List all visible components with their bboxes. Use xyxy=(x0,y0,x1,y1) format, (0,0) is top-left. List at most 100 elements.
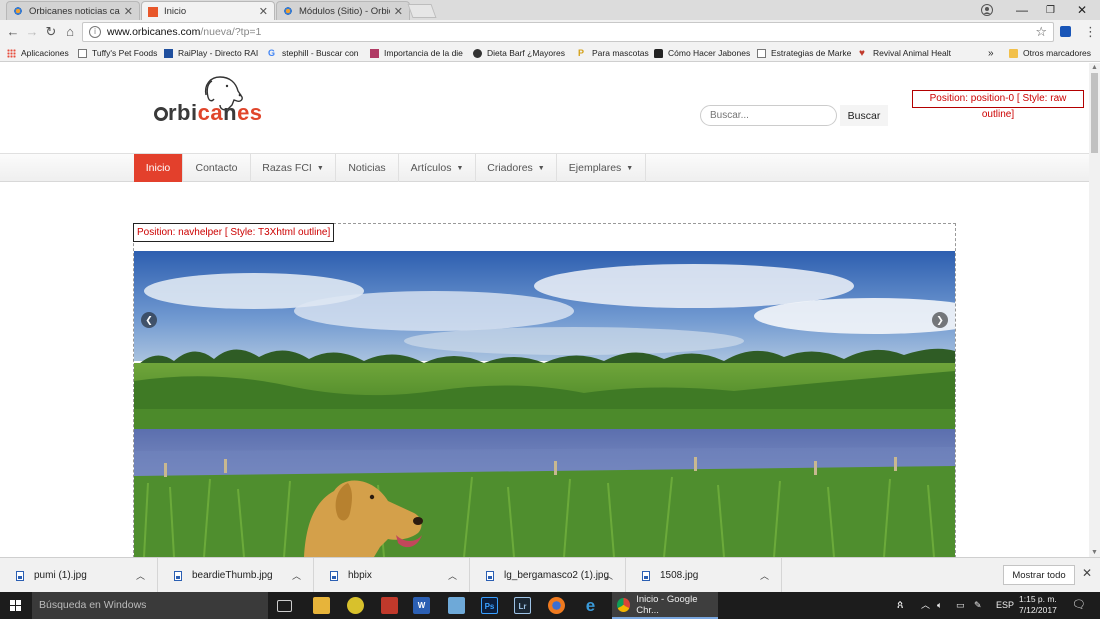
system-clock[interactable]: 1:15 p. m. 7/12/2017 xyxy=(1019,594,1057,616)
bookmark-importancia[interactable]: Importancia de la die xyxy=(370,46,463,60)
image-file-icon xyxy=(330,570,338,581)
network-icon[interactable]: ▭ xyxy=(956,592,965,619)
clock-time: 1:15 p. m. xyxy=(1019,594,1057,604)
chevron-up-icon[interactable]: ︿ xyxy=(292,569,301,582)
nav-item-ejemplares[interactable]: Ejemplares ▼ xyxy=(557,154,646,182)
nav-item-criadores[interactable]: Criadores ▼ xyxy=(476,154,557,182)
windows-start-button[interactable] xyxy=(0,592,32,619)
bookmarks-bar: Aplicaciones Tuffy's Pet Foods RaiPlay -… xyxy=(0,44,1100,62)
forward-icon[interactable]: → xyxy=(23,23,41,41)
bookmark-apps[interactable]: Aplicaciones xyxy=(7,46,69,60)
notifications-icon[interactable]: 🗨︎ xyxy=(1072,592,1086,619)
downloads-bar: pumi (1).jpg ︿ beardieThumb.jpg ︿ hbpix … xyxy=(0,557,1100,593)
language-indicator[interactable]: ESP xyxy=(996,592,1014,619)
home-icon[interactable]: ⌂ xyxy=(61,23,79,41)
bookmark-revival[interactable]: ♥ Revival Animal Healt xyxy=(859,46,951,60)
photoshop-icon[interactable]: Ps xyxy=(481,597,498,614)
tab-label: Orbicanes noticias canin xyxy=(29,5,120,17)
scrollbar-thumb[interactable] xyxy=(1091,73,1098,153)
page-viewport: rbicanes Buscar Position: position-0 [ S… xyxy=(0,63,1089,557)
chevron-up-icon[interactable]: ︿ xyxy=(604,569,613,582)
menu-icon[interactable]: ⋮ xyxy=(1084,24,1097,40)
filezilla-icon[interactable] xyxy=(381,597,398,614)
folder-icon xyxy=(1009,48,1018,58)
minimize-icon[interactable]: — xyxy=(1016,0,1028,20)
url-host: www.orbicanes.com xyxy=(107,26,201,38)
site-logo[interactable]: rbicanes xyxy=(154,76,274,129)
page-scrollbar[interactable]: ▲ ▼ xyxy=(1089,63,1100,557)
reload-icon[interactable]: ↻ xyxy=(42,23,60,41)
chevron-up-icon[interactable]: ︿ xyxy=(760,569,769,582)
close-icon[interactable]: ✕ xyxy=(394,5,403,18)
chevron-up-icon[interactable]: ︿ xyxy=(136,569,145,582)
slider-next-button[interactable]: ❯ xyxy=(932,312,948,328)
browser-toolbar: ← → ↻ ⌂ i www.orbicanes.com/nueva/?tp=1 … xyxy=(0,20,1100,44)
pen-icon[interactable]: ✎ xyxy=(974,592,982,619)
site-search-button[interactable]: Buscar xyxy=(840,105,888,126)
bookmark-tuffys[interactable]: Tuffy's Pet Foods xyxy=(78,46,157,60)
navhelper-outline-label: Position: navhelper [ Style: T3Xhtml out… xyxy=(133,223,335,242)
download-item[interactable]: beardieThumb.jpg ︿ xyxy=(158,558,314,593)
nav-item-contacto[interactable]: Contacto xyxy=(183,154,251,182)
bookmark-jabones[interactable]: Cómo Hacer Jabones xyxy=(654,46,750,60)
site-search-input[interactable] xyxy=(700,105,837,126)
info-icon[interactable]: i xyxy=(89,26,101,38)
download-item[interactable]: lg_bergamasco2 (1).jpg ︿ xyxy=(470,558,626,593)
extension-icon[interactable] xyxy=(1060,26,1071,37)
close-icon[interactable]: ✕ xyxy=(124,5,133,18)
lightroom-icon[interactable]: Lr xyxy=(514,597,531,614)
nav-item-inicio[interactable]: Inicio xyxy=(134,154,183,182)
address-bar[interactable]: i www.orbicanes.com/nueva/?tp=1 ☆ xyxy=(82,22,1054,42)
people-icon[interactable]: ጰ xyxy=(897,592,904,619)
file-explorer-icon[interactable] xyxy=(313,597,330,614)
bookmark-dieta-barf[interactable]: Dieta Barf ¿Mayores xyxy=(473,46,565,60)
app-icon[interactable] xyxy=(347,597,364,614)
tab-orbicanes-noticias[interactable]: Orbicanes noticias canin ✕ xyxy=(6,1,140,20)
slider-prev-button[interactable]: ❮ xyxy=(141,312,157,328)
bottle-icon xyxy=(654,48,663,58)
nav-item-razas-fci[interactable]: Razas FCI ▼ xyxy=(251,154,336,182)
taskbar-search-input[interactable]: Búsqueda en Windows xyxy=(32,592,268,619)
star-icon[interactable]: ☆ xyxy=(1035,24,1047,40)
logo-wordmark: rbicanes xyxy=(154,100,263,126)
bookmark-label: Cómo Hacer Jabones xyxy=(668,48,751,58)
close-icon[interactable]: ✕ xyxy=(259,5,268,18)
scroll-up-icon[interactable]: ▲ xyxy=(1091,64,1098,71)
window-close-icon[interactable]: ✕ xyxy=(1077,0,1087,20)
back-icon[interactable]: ← xyxy=(4,23,22,41)
chevron-up-icon[interactable]: ︿ xyxy=(448,569,457,582)
taskbar-chrome-button[interactable]: Inicio - Google Chr... xyxy=(612,592,718,619)
task-view-icon[interactable] xyxy=(277,600,292,612)
profile-icon[interactable] xyxy=(981,0,993,20)
scroll-down-icon[interactable]: ▼ xyxy=(1091,549,1098,556)
bookmark-label: Dieta Barf ¿Mayores xyxy=(487,48,565,58)
taskbar-app-label: Inicio - Google Chr... xyxy=(636,593,698,616)
internet-explorer-icon[interactable]: e xyxy=(582,597,599,614)
dog-icon xyxy=(473,48,482,58)
restore-icon[interactable]: ❐ xyxy=(1046,0,1055,20)
word-icon[interactable]: W xyxy=(413,597,430,614)
bookmark-raiplay[interactable]: RaiPlay - Directo RAI xyxy=(164,46,258,60)
bookmark-estrategias[interactable]: Estrategias de Marke xyxy=(757,46,851,60)
download-item[interactable]: 1508.jpg ︿ xyxy=(626,558,782,593)
bookmark-para-mascotas[interactable]: P Para mascotas xyxy=(578,46,649,60)
url-path: /nueva/?tp=1 xyxy=(200,26,262,38)
download-item[interactable]: hbpix ︿ xyxy=(314,558,470,593)
close-downloads-icon[interactable]: ✕ xyxy=(1082,566,1092,580)
tab-modulos[interactable]: Módulos (Sitio) - Orbican ✕ xyxy=(276,1,410,20)
app-icon[interactable] xyxy=(448,597,465,614)
volume-icon[interactable]: 🔈︎ xyxy=(937,592,942,619)
bookmarks-overflow-button[interactable]: » xyxy=(988,46,994,60)
nav-item-articulos[interactable]: Artículos ▼ xyxy=(399,154,476,182)
bookmark-other[interactable]: Otros marcadores xyxy=(1009,46,1091,60)
show-all-downloads-button[interactable]: Mostrar todo xyxy=(1003,565,1075,585)
new-tab-button[interactable] xyxy=(407,4,437,18)
bookmark-stephill[interactable]: G stephill - Buscar con xyxy=(268,46,359,60)
nav-item-noticias[interactable]: Noticias xyxy=(336,154,399,182)
firefox-icon[interactable] xyxy=(548,597,565,614)
windows-logo-icon xyxy=(10,600,21,611)
chrome-icon xyxy=(617,597,631,612)
tab-inicio[interactable]: Inicio ✕ xyxy=(141,1,275,21)
chevron-up-icon[interactable]: ︿ xyxy=(921,592,930,619)
download-item[interactable]: pumi (1).jpg ︿ xyxy=(0,558,158,593)
